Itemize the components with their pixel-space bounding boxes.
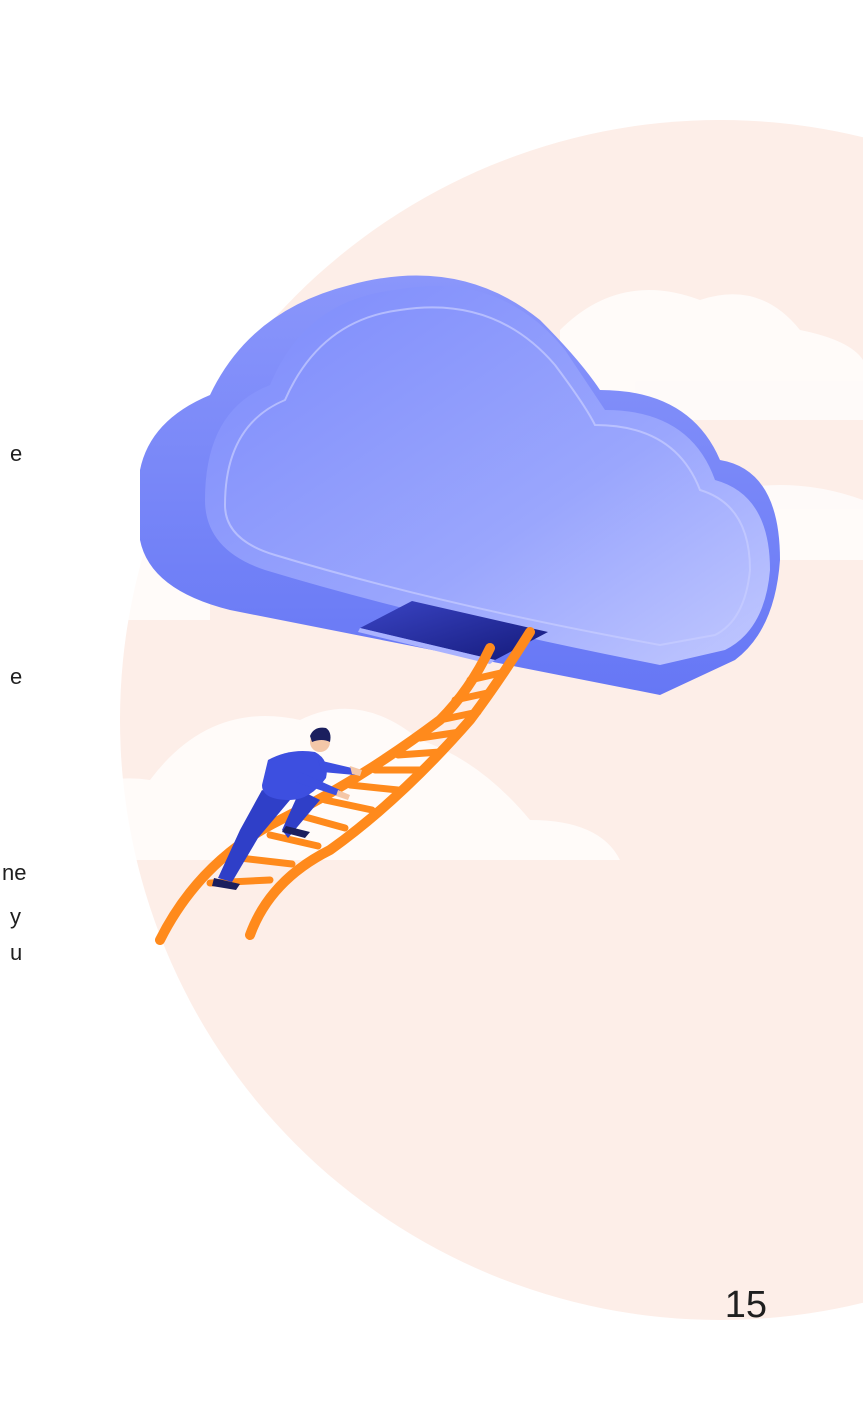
page-number: 15 <box>724 1284 767 1326</box>
text-fragment-5: u <box>10 940 23 965</box>
document-page: e e ne y u 15 <box>0 0 863 1413</box>
text-fragment-1: e <box>10 441 23 466</box>
text-fragment-2: e <box>10 664 23 689</box>
cloud-ladder-illustration <box>0 120 863 1320</box>
text-fragment-3: ne <box>2 860 27 885</box>
text-fragment-4: y <box>10 904 21 929</box>
